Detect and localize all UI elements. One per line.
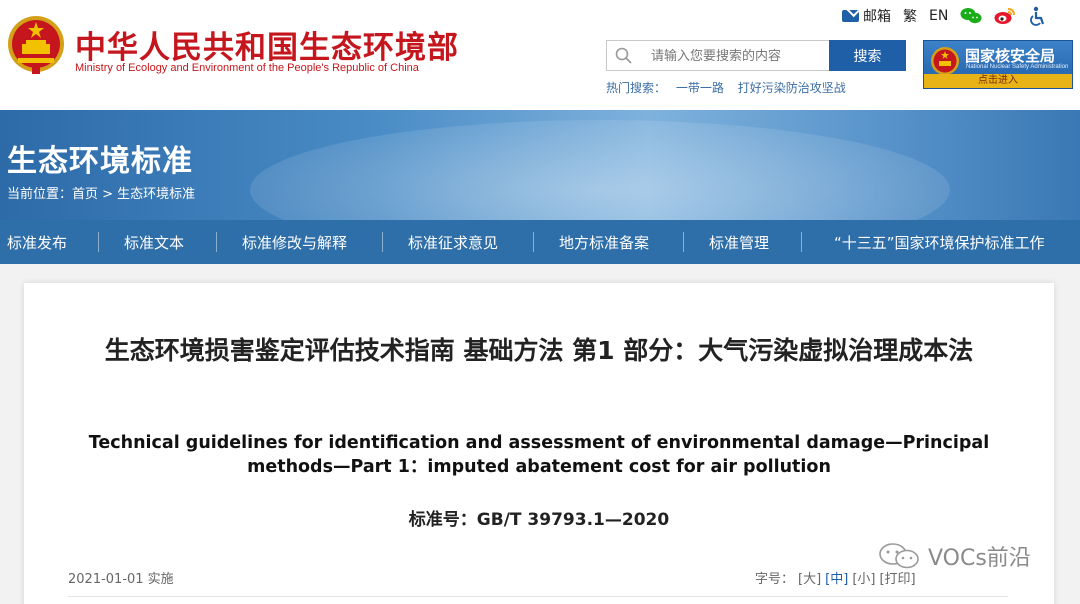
wechat-link[interactable] [960, 7, 982, 25]
weibo-link[interactable] [994, 7, 1016, 25]
watermark-text: VOCs前沿 [928, 546, 1031, 571]
font-size-medium-button[interactable]: [中] [825, 572, 848, 587]
font-size-small-button[interactable]: [小] [852, 572, 875, 587]
nnsa-subtitle: National Nuclear Safety Administration [966, 64, 1069, 70]
nav-divider [533, 232, 534, 252]
nav-item-standard-text[interactable]: 标准文本 [124, 232, 184, 253]
nav-item-standard-revision[interactable]: 标准修改与解释 [242, 232, 347, 253]
page-banner: 生态环境标准 当前位置：首页 > 生态环境标准 [0, 110, 1080, 220]
accessibility-link[interactable] [1028, 6, 1046, 26]
breadcrumb[interactable]: 当前位置：首页 > 生态环境标准 [7, 183, 195, 202]
nav-item-standard-release[interactable]: 标准发布 [7, 232, 67, 253]
document-title-en: Technical guidelines for identification … [88, 433, 990, 477]
document-title-cn: 生态环境损害鉴定评估技术指南 基础方法 第1 部分：大气污染虚拟治理成本法 [104, 336, 974, 365]
ministry-name-en[interactable]: Ministry of Ecology and Environment of t… [75, 62, 419, 74]
print-button[interactable]: [打印] [879, 572, 915, 587]
nnsa-title: 国家核安全局 [965, 47, 1056, 65]
hot-search-item[interactable]: 一带一路 [676, 81, 724, 95]
main-nav: 标准发布 标准文本 标准修改与解释 标准征求意见 地方标准备案 标准管理 “十三… [0, 220, 1080, 264]
weibo-icon [994, 8, 1016, 24]
nnsa-link-banner[interactable]: 国家核安全局 National Nuclear Safety Administr… [923, 40, 1073, 89]
font-size-large-button[interactable]: [大] [798, 572, 821, 587]
national-emblem-icon[interactable] [6, 14, 66, 76]
mail-label: 邮箱 [863, 9, 891, 25]
hot-search-label: 热门搜索： [606, 81, 667, 95]
nav-divider [683, 232, 684, 252]
ministry-name-cn[interactable]: 中华人民共和国生态环境部 [75, 22, 459, 67]
nav-divider [216, 232, 217, 252]
search-button[interactable]: 搜索 [829, 40, 906, 71]
implementation-date: 2021-01-01 实施 [68, 572, 174, 587]
hot-search-item[interactable]: 打好污染防治攻坚战 [738, 81, 846, 95]
site-header: 中华人民共和国生态环境部 Ministry of Ecology and Env… [0, 0, 1080, 110]
national-emblem-icon [931, 47, 959, 75]
hot-search: 热门搜索： 一带一路 打好污染防治攻坚战 [606, 79, 856, 96]
nav-divider [801, 232, 802, 252]
search-box [606, 40, 831, 71]
font-size-label: 字号： [755, 572, 795, 587]
wechat-icon [879, 543, 919, 569]
nav-divider [382, 232, 383, 252]
search-icon [615, 47, 632, 64]
divider [68, 596, 1008, 597]
standard-number: 标准号：GB/T 39793.1—2020 [408, 510, 670, 530]
nnsa-enter-button[interactable]: 点击进入 [924, 74, 1072, 88]
accessibility-icon [1030, 6, 1045, 26]
traditional-chinese-link[interactable]: 繁 [903, 6, 917, 26]
search-input[interactable] [651, 45, 826, 67]
nav-item-standard-comments[interactable]: 标准征求意见 [408, 232, 498, 253]
nav-item-standard-management[interactable]: 标准管理 [709, 232, 769, 253]
english-link[interactable]: EN [929, 8, 948, 24]
mail-icon [842, 10, 859, 22]
mail-link[interactable]: 邮箱 [842, 6, 891, 26]
nav-item-13th-five-year[interactable]: “十三五”国家环境保护标准工作 [834, 232, 1045, 253]
watermark: VOCs前沿 [878, 540, 1031, 572]
page-title: 生态环境标准 [7, 144, 193, 179]
nav-item-local-standards[interactable]: 地方标准备案 [559, 232, 649, 253]
top-links: 邮箱 繁 EN [842, 5, 1058, 27]
nav-divider [98, 232, 99, 252]
wechat-icon [960, 8, 982, 24]
